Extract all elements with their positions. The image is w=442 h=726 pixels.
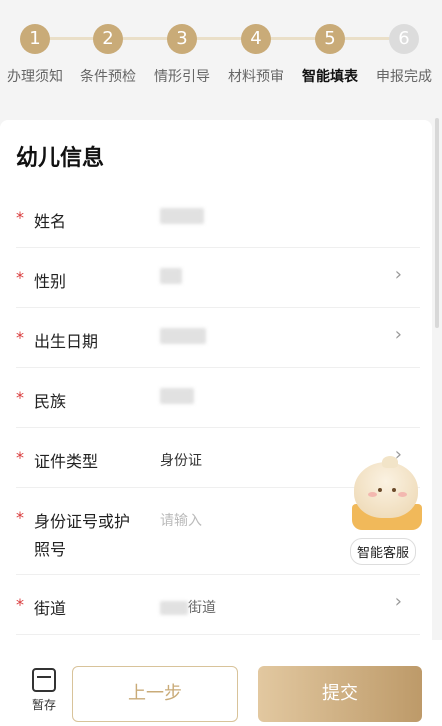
redacted-value	[160, 268, 182, 284]
field-ethnicity-label: 民族	[34, 392, 67, 411]
field-birthdate-value[interactable]	[160, 328, 206, 348]
required-mark: *	[16, 268, 24, 287]
submit-button[interactable]: 提交	[258, 666, 422, 722]
field-id-number-label-1: 身份证号或护	[34, 512, 131, 531]
archive-icon	[32, 668, 56, 692]
smart-assistant[interactable]: 智能客服	[348, 456, 428, 565]
required-mark: *	[16, 388, 24, 407]
required-mark: *	[16, 595, 24, 614]
step-6-number: 6	[389, 24, 419, 54]
redacted-value	[160, 388, 194, 404]
dumpling-mascot-icon	[354, 456, 418, 518]
field-ethnicity-value[interactable]	[160, 388, 194, 408]
required-mark: *	[16, 448, 24, 467]
step-1-number: 1	[20, 24, 50, 54]
redacted-value	[160, 208, 204, 224]
step-4-label: 材料预审	[228, 69, 284, 85]
assistant-label: 智能客服	[350, 538, 417, 565]
step-5-label: 智能填表	[302, 69, 358, 85]
required-mark: *	[16, 208, 24, 227]
field-street[interactable]: * 街道 街道 ›	[16, 575, 420, 635]
field-name[interactable]: * 姓名	[16, 188, 420, 248]
progress-steps: 1 办理须知 2 条件预检 3 情形引导 4 材料预审 5 智能填表 6 申报完…	[0, 0, 442, 115]
step-1-label: 办理须知	[7, 69, 63, 85]
street-suffix: 街道	[188, 600, 216, 616]
step-2: 2 条件预检	[71, 0, 145, 86]
required-mark: *	[16, 508, 24, 527]
field-id-type-label: 证件类型	[34, 452, 99, 471]
redacted-value	[160, 328, 206, 344]
previous-step-button[interactable]: 上一步	[72, 666, 238, 722]
field-id-type-value[interactable]: 身份证	[160, 450, 202, 470]
save-draft-button[interactable]: 暂存	[22, 668, 66, 713]
id-number-input[interactable]: 请输入	[160, 510, 202, 530]
step-3-number: 3	[167, 24, 197, 54]
field-gender-label: 性别	[34, 272, 67, 291]
field-id-number-label-2: 照号	[34, 540, 67, 559]
field-ethnicity[interactable]: * 民族	[16, 368, 420, 428]
step-2-label: 条件预检	[80, 69, 136, 85]
step-2-number: 2	[93, 24, 123, 54]
field-name-value[interactable]	[160, 208, 204, 228]
step-6: 6 申报完成	[367, 0, 441, 86]
step-3: 3 情形引导	[145, 0, 219, 86]
field-birthdate[interactable]: * 出生日期 ›	[16, 308, 420, 368]
field-gender-value[interactable]	[160, 268, 182, 288]
step-5-number: 5	[315, 24, 345, 54]
save-draft-label: 暂存	[31, 698, 56, 712]
field-street-label: 街道	[34, 599, 67, 618]
step-6-label: 申报完成	[376, 69, 432, 85]
chevron-right-icon: ›	[394, 324, 402, 345]
field-gender[interactable]: * 性别 ›	[16, 248, 420, 308]
field-street-value[interactable]: 街道	[160, 597, 216, 617]
step-5: 5 智能填表	[293, 0, 367, 86]
field-name-label: 姓名	[34, 212, 67, 231]
section-title: 幼儿信息	[16, 146, 105, 171]
redacted-value	[160, 601, 188, 615]
required-mark: *	[16, 328, 24, 347]
chevron-right-icon: ›	[394, 591, 402, 612]
step-4: 4 材料预审	[219, 0, 293, 86]
scrollbar[interactable]	[435, 118, 439, 328]
chevron-right-icon: ›	[394, 264, 402, 285]
step-3-label: 情形引导	[154, 69, 210, 85]
field-birthdate-label: 出生日期	[34, 332, 99, 351]
step-4-number: 4	[241, 24, 271, 54]
step-1: 1 办理须知	[0, 0, 72, 86]
bottom-action-bar: 暂存 上一步 提交	[0, 640, 442, 726]
